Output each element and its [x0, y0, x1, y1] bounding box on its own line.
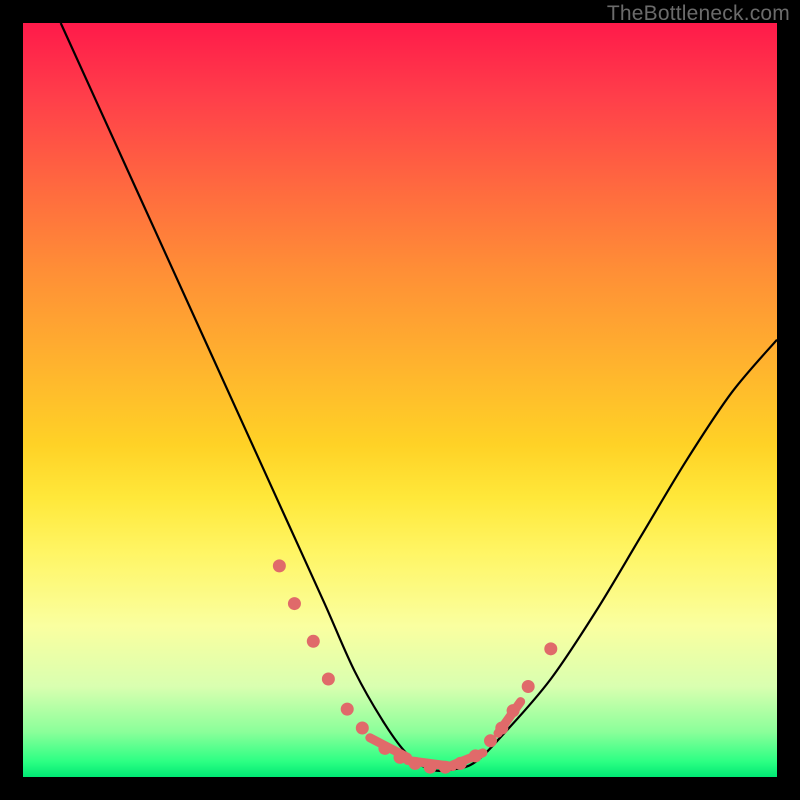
marker-dot [322, 672, 335, 685]
marker-dot [495, 721, 508, 734]
marker-dot [273, 559, 286, 572]
marker-dot [454, 757, 467, 770]
marker-dot [439, 761, 452, 774]
marker-dot [469, 749, 482, 762]
marker-dots [273, 559, 557, 773]
marker-dot [507, 704, 520, 717]
watermark-text: TheBottleneck.com [607, 2, 790, 26]
marker-dot [424, 761, 437, 774]
marker-dot [378, 742, 391, 755]
marker-dot [288, 597, 301, 610]
marker-dot [341, 703, 354, 716]
chart-svg [23, 23, 777, 777]
marker-dot [544, 642, 557, 655]
marker-dot [356, 721, 369, 734]
chart-plot-area [23, 23, 777, 777]
marker-dot [307, 635, 320, 648]
marker-dot [484, 734, 497, 747]
marker-dot [394, 751, 407, 764]
marker-dot [409, 757, 422, 770]
marker-dot [522, 680, 535, 693]
bottleneck-curve-line [61, 23, 777, 771]
